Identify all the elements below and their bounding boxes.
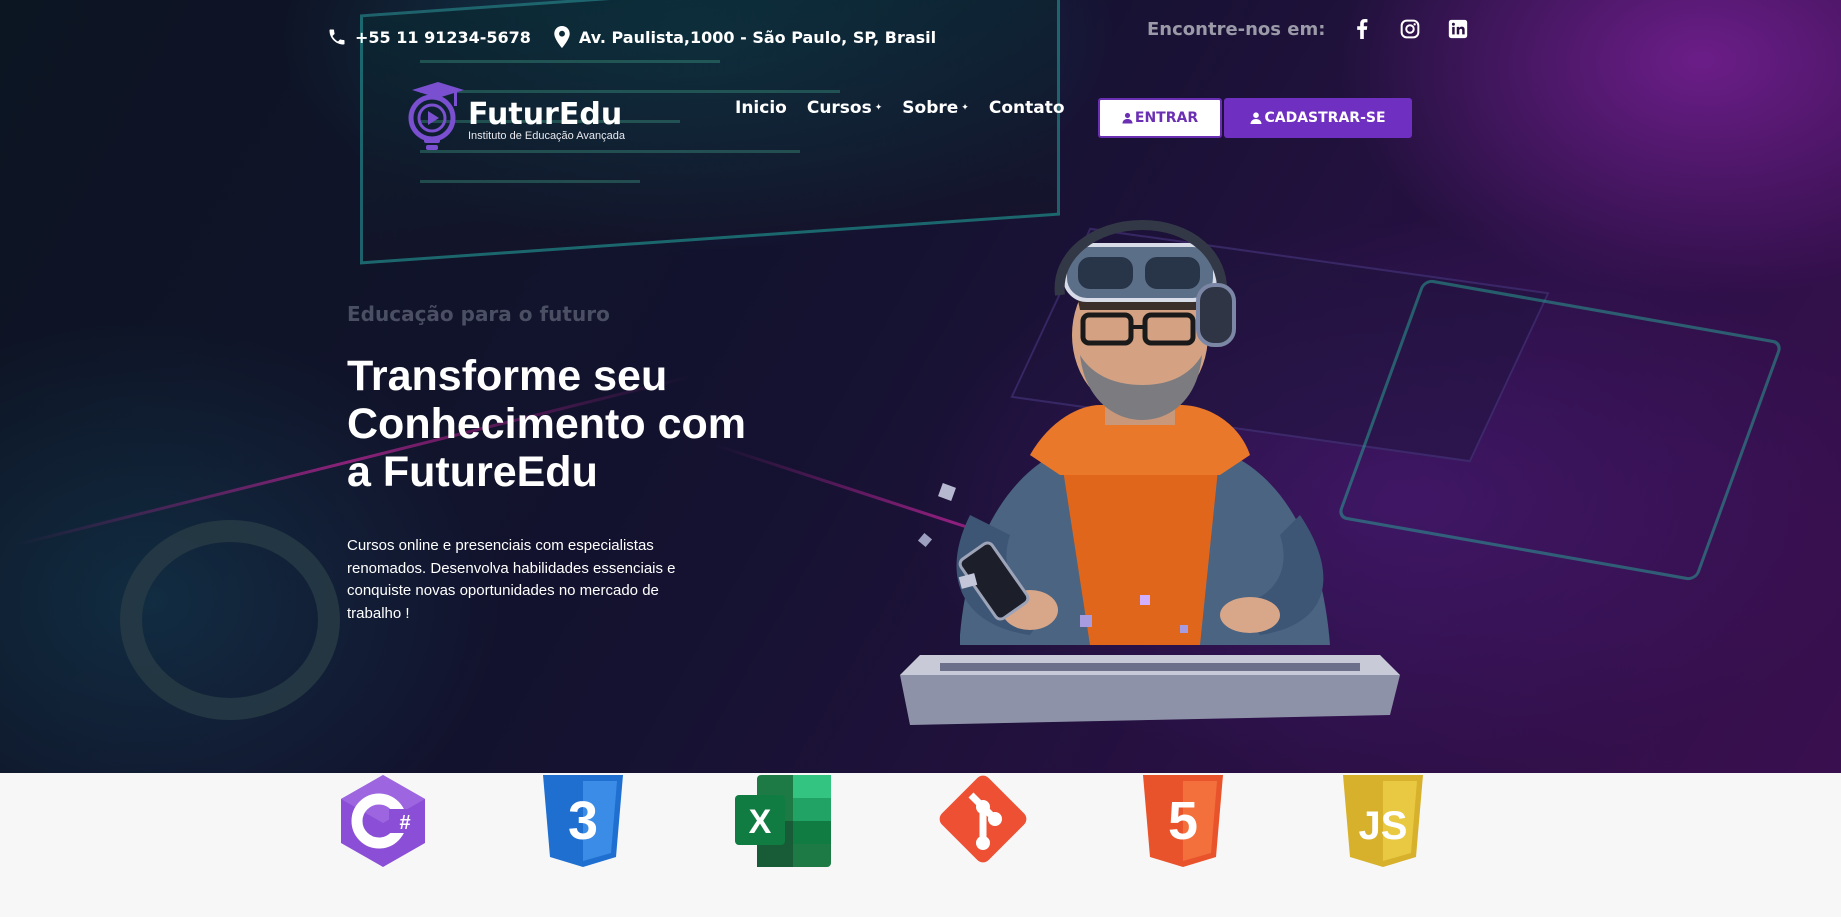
lightbulb-graduation-icon (408, 82, 464, 150)
linkedin-icon[interactable] (1447, 18, 1469, 40)
map-pin-icon (554, 26, 570, 48)
nav-label: Sobre (902, 98, 959, 118)
nav-label: Inicio (735, 98, 787, 118)
nav-item-cursos[interactable]: Cursos ✦ (807, 98, 882, 118)
address-contact: Av. Paulista,1000 - São Paulo, SP, Brasi… (553, 26, 936, 48)
nav-item-sobre[interactable]: Sobre ✦ (902, 98, 969, 118)
user-icon (1122, 112, 1133, 124)
hero-section: +55 11 91234-5678 Av. Paulista,1000 - Sã… (0, 0, 1841, 773)
brand-name: FuturEdu (468, 97, 623, 132)
phone-number: +55 11 91234-5678 (355, 27, 531, 47)
bg-code-line (420, 180, 640, 183)
address-text: Av. Paulista,1000 - São Paulo, SP, Brasi… (578, 27, 937, 47)
chevron-down-icon: ✦ (961, 103, 969, 113)
svg-text:#: # (399, 812, 410, 834)
phone-contact[interactable]: +55 11 91234-5678 (327, 27, 531, 47)
bg-headphone-decoration (120, 520, 340, 720)
svg-text:JS: JS (1359, 804, 1408, 848)
social-links: Encontre-nos em: (1147, 18, 1469, 40)
signup-label: CADASTRAR-SE (1264, 110, 1386, 126)
hero-illustration (900, 219, 1400, 725)
svg-text:3: 3 (568, 791, 598, 851)
contact-bar: +55 11 91234-5678 Av. Paulista,1000 - Sã… (327, 22, 958, 52)
login-button[interactable]: ENTRAR (1098, 98, 1222, 138)
phone-icon (329, 29, 345, 45)
hero-eyebrow: Educação para o futuro (347, 302, 610, 326)
technology-logos: # 3 X 5 JS (0, 773, 1841, 917)
csharp-icon: # (341, 775, 425, 867)
svg-text:X: X (749, 803, 772, 841)
bg-code-line (420, 60, 720, 63)
hero-description: Cursos online e presenciais com especial… (347, 537, 676, 622)
html5-icon: 5 (1143, 775, 1223, 867)
login-label: ENTRAR (1134, 110, 1199, 126)
nav-item-inicio[interactable]: Inicio (735, 98, 787, 118)
instagram-icon[interactable] (1399, 18, 1421, 40)
git-icon (939, 775, 1027, 863)
main-nav: Inicio Cursos ✦ Sobre ✦ Contato (735, 98, 1085, 118)
facebook-icon[interactable] (1351, 18, 1373, 40)
excel-icon: X (735, 775, 831, 867)
svg-text:5: 5 (1168, 791, 1198, 851)
css3-icon: 3 (543, 775, 623, 867)
nav-label: Cursos (806, 98, 872, 118)
chevron-down-icon: ✦ (874, 103, 883, 113)
hero-headline: Transforme seu Conhecimento com a Future… (347, 352, 746, 496)
javascript-icon: JS (1343, 775, 1423, 867)
signup-button[interactable]: CADASTRAR-SE (1224, 98, 1412, 138)
user-plus-icon (1250, 112, 1262, 124)
nav-label: Contato (988, 98, 1065, 118)
brand-logo[interactable]: FuturEdu Instituto de Educação Avançada (402, 80, 625, 156)
brand-tagline: Instituto de Educação Avançada (468, 130, 625, 142)
social-label: Encontre-nos em: (1147, 18, 1326, 40)
nav-item-contato[interactable]: Contato (989, 98, 1065, 118)
